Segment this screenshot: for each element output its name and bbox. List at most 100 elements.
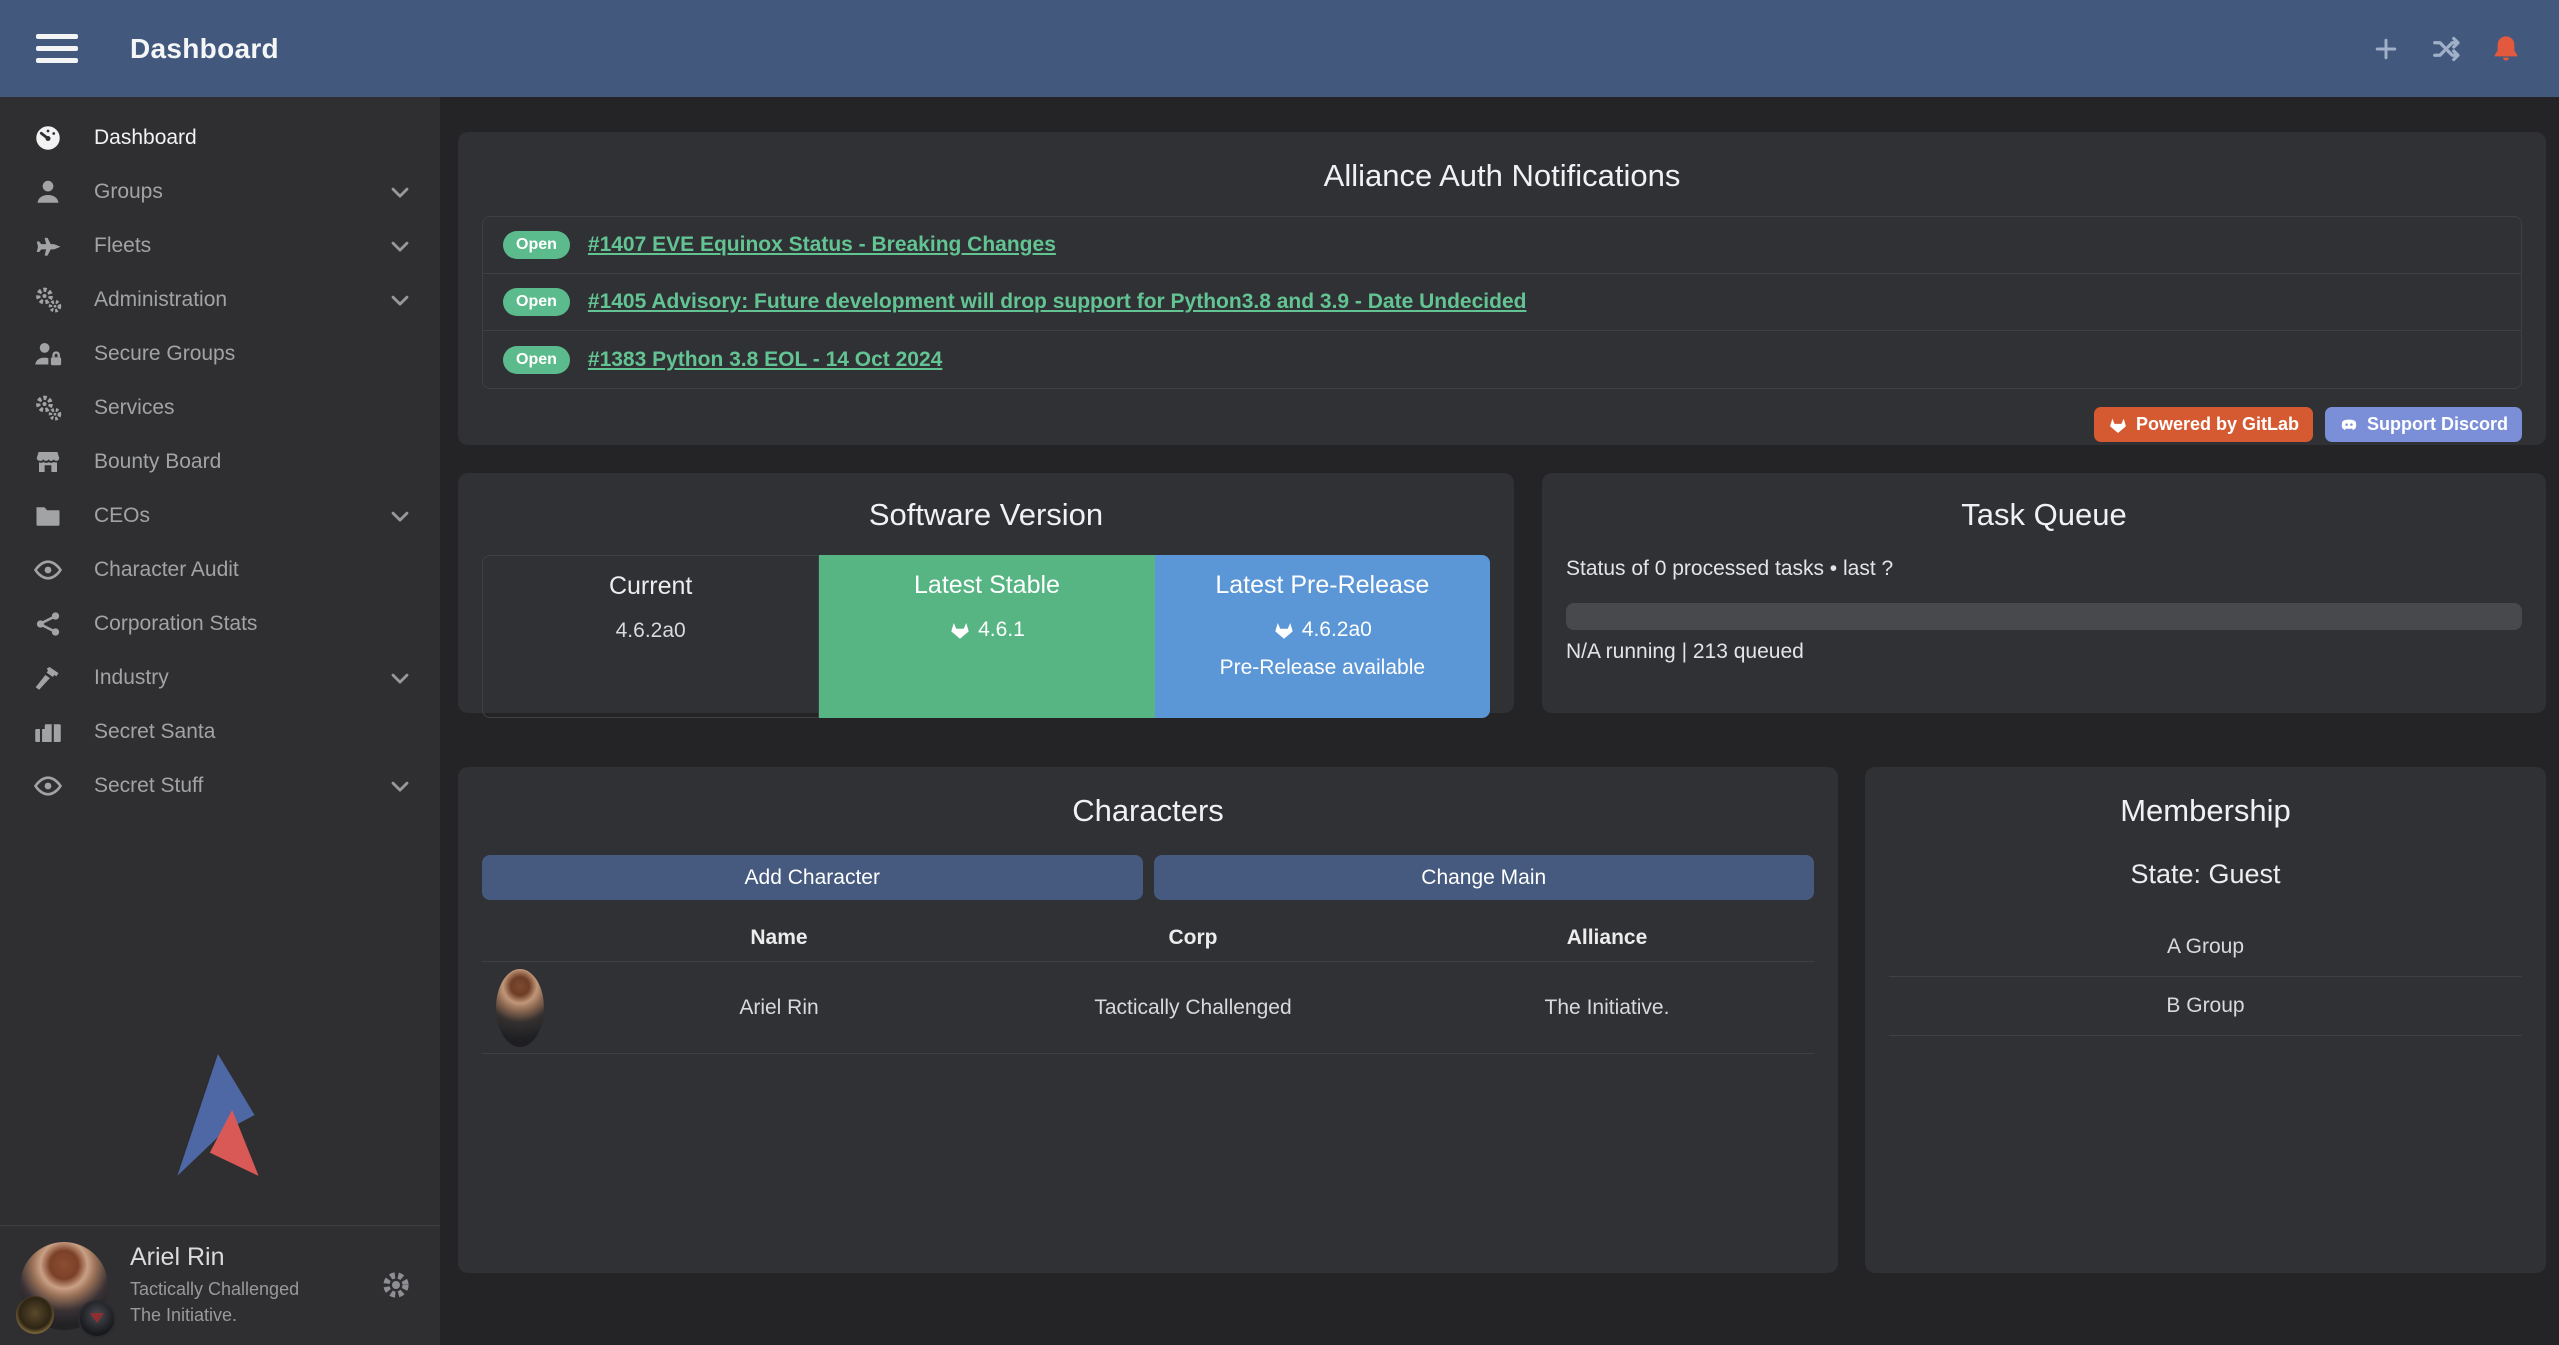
notification-link[interactable]: #1405 Advisory: Future development will …: [588, 290, 1527, 314]
sidebar-item-ceos[interactable]: CEOs: [0, 489, 440, 543]
chevron-down-icon: [386, 286, 414, 314]
badge-label: Powered by GitLab: [2136, 414, 2299, 435]
sidebar-item-fleets[interactable]: Fleets: [0, 219, 440, 273]
version-cell-name: Current: [483, 572, 818, 601]
column-header-alliance: Alliance: [1400, 926, 1814, 950]
page-title: Dashboard: [130, 33, 279, 65]
notifications-panel: Alliance Auth Notifications Open #1407 E…: [458, 132, 2546, 445]
software-version-title: Software Version: [482, 497, 1490, 533]
user-settings-gear-icon[interactable]: [380, 1269, 414, 1303]
chevron-down-icon: [386, 178, 414, 206]
version-value: 4.6.2a0: [1302, 618, 1372, 642]
store-icon: [30, 446, 66, 478]
chevron-down-icon: [386, 664, 414, 692]
status-badge: Open: [503, 231, 570, 259]
notifications-title: Alliance Auth Notifications: [482, 158, 2522, 194]
sidebar-item-administration[interactable]: Administration: [0, 273, 440, 327]
support-discord-badge[interactable]: Support Discord: [2325, 407, 2522, 442]
change-main-shuffle-icon[interactable]: [2429, 32, 2463, 66]
folder-icon: [30, 500, 66, 532]
characters-title: Characters: [482, 793, 1814, 829]
list-item: B Group: [1889, 977, 2522, 1036]
task-queue-title: Task Queue: [1566, 497, 2522, 533]
version-cell-name: Latest Stable: [819, 571, 1154, 600]
menu-toggle-icon[interactable]: [36, 34, 78, 63]
sidebar-item-dashboard[interactable]: Dashboard: [0, 111, 440, 165]
corp-logo-badge: [16, 1296, 54, 1334]
share-nodes-icon: [30, 608, 66, 640]
sidebar-item-label: CEOs: [94, 504, 386, 528]
notification-link[interactable]: #1407 EVE Equinox Status - Breaking Chan…: [588, 233, 1056, 257]
sidebar: Dashboard Groups Fleets Administration: [0, 97, 440, 1345]
task-queue-status-line: Status of 0 processed tasks • last ?: [1566, 557, 2522, 581]
cell-character-corp: Tactically Challenged: [986, 996, 1400, 1020]
version-value: 4.6.2a0: [616, 619, 686, 643]
sidebar-item-groups[interactable]: Groups: [0, 165, 440, 219]
sidebar-item-label: Fleets: [94, 234, 386, 258]
user-alliance: The Initiative.: [130, 1302, 380, 1328]
software-version-cells: Current 4.6.2a0 Latest Stable 4.6.1 Late…: [482, 555, 1490, 718]
cell-character-name: Ariel Rin: [572, 996, 986, 1020]
sidebar-item-services[interactable]: Services: [0, 381, 440, 435]
status-badge: Open: [503, 346, 570, 374]
version-cell-name: Latest Pre-Release: [1155, 571, 1490, 600]
notification-row: Open #1407 EVE Equinox Status - Breaking…: [483, 217, 2521, 274]
notifications-footer-badges: Powered by GitLab Support Discord: [482, 407, 2522, 442]
navbar: Dashboard: [0, 0, 2559, 97]
software-version-panel: Software Version Current 4.6.2a0 Latest …: [458, 473, 1514, 713]
chevron-down-icon: [386, 232, 414, 260]
alliance-auth-logo: [0, 1052, 440, 1180]
navbar-right: [2369, 32, 2523, 66]
user-meta: Ariel Rin Tactically Challenged The Init…: [130, 1243, 380, 1328]
row-software-taskqueue: Software Version Current 4.6.2a0 Latest …: [458, 473, 2546, 713]
discord-icon: [2339, 415, 2359, 435]
sidebar-item-character-audit[interactable]: Character Audit: [0, 543, 440, 597]
notification-link[interactable]: #1383 Python 3.8 EOL - 14 Oct 2024: [588, 348, 942, 372]
gears-icon: [30, 392, 66, 424]
add-character-button[interactable]: Add Character: [482, 855, 1143, 900]
sidebar-item-corporation-stats[interactable]: Corporation Stats: [0, 597, 440, 651]
user-icon: [30, 176, 66, 208]
add-character-icon[interactable]: [2369, 32, 2403, 66]
table-row: Ariel Rin Tactically Challenged The Init…: [482, 962, 1814, 1054]
notifications-list: Open #1407 EVE Equinox Status - Breaking…: [482, 216, 2522, 389]
notification-row: Open #1383 Python 3.8 EOL - 14 Oct 2024: [483, 331, 2521, 388]
sidebar-item-bounty-board[interactable]: Bounty Board: [0, 435, 440, 489]
powered-by-gitlab-badge[interactable]: Powered by GitLab: [2094, 407, 2313, 442]
gitlab-icon: [2108, 415, 2128, 435]
membership-title: Membership: [1889, 793, 2522, 829]
chevron-down-icon: [386, 502, 414, 530]
gifts-icon: [30, 716, 66, 748]
column-header-name: Name: [572, 926, 986, 950]
user-avatar: [20, 1242, 108, 1330]
user-name: Ariel Rin: [130, 1243, 380, 1272]
user-lock-icon: [30, 338, 66, 370]
sidebar-item-industry[interactable]: Industry: [0, 651, 440, 705]
sidebar-item-secret-santa[interactable]: Secret Santa: [0, 705, 440, 759]
sidebar-item-secure-groups[interactable]: Secure Groups: [0, 327, 440, 381]
eye-icon: [30, 770, 66, 802]
notifications-bell-icon[interactable]: [2489, 32, 2523, 66]
sidebar-item-secret-stuff[interactable]: Secret Stuff: [0, 759, 440, 813]
column-header-corp: Corp: [986, 926, 1400, 950]
gauge-icon: [30, 122, 66, 154]
sidebar-item-label: Character Audit: [94, 558, 414, 582]
status-badge: Open: [503, 288, 570, 316]
task-queue-progress-bar: [1566, 603, 2522, 630]
sidebar-menu: Dashboard Groups Fleets Administration: [0, 97, 440, 813]
sidebar-item-label: Secure Groups: [94, 342, 414, 366]
sidebar-item-label: Dashboard: [94, 126, 414, 150]
sidebar-item-label: Bounty Board: [94, 450, 414, 474]
eye-icon: [30, 554, 66, 586]
prerelease-note: Pre-Release available: [1155, 656, 1490, 680]
row-characters-membership: Characters Add Character Change Main Nam…: [458, 767, 2546, 1273]
change-main-button[interactable]: Change Main: [1154, 855, 1815, 900]
characters-table: Name Corp Alliance Ariel Rin Tactically …: [482, 914, 1814, 1054]
membership-groups-list: A Group B Group: [1889, 918, 2522, 1036]
task-queue-panel: Task Queue Status of 0 processed tasks •…: [1542, 473, 2546, 713]
membership-panel: Membership State: Guest A Group B Group: [1865, 767, 2546, 1273]
main-content: Alliance Auth Notifications Open #1407 E…: [440, 97, 2559, 1345]
hammer-icon: [30, 662, 66, 694]
navbar-left: Dashboard: [36, 33, 279, 65]
characters-table-header: Name Corp Alliance: [482, 914, 1814, 962]
